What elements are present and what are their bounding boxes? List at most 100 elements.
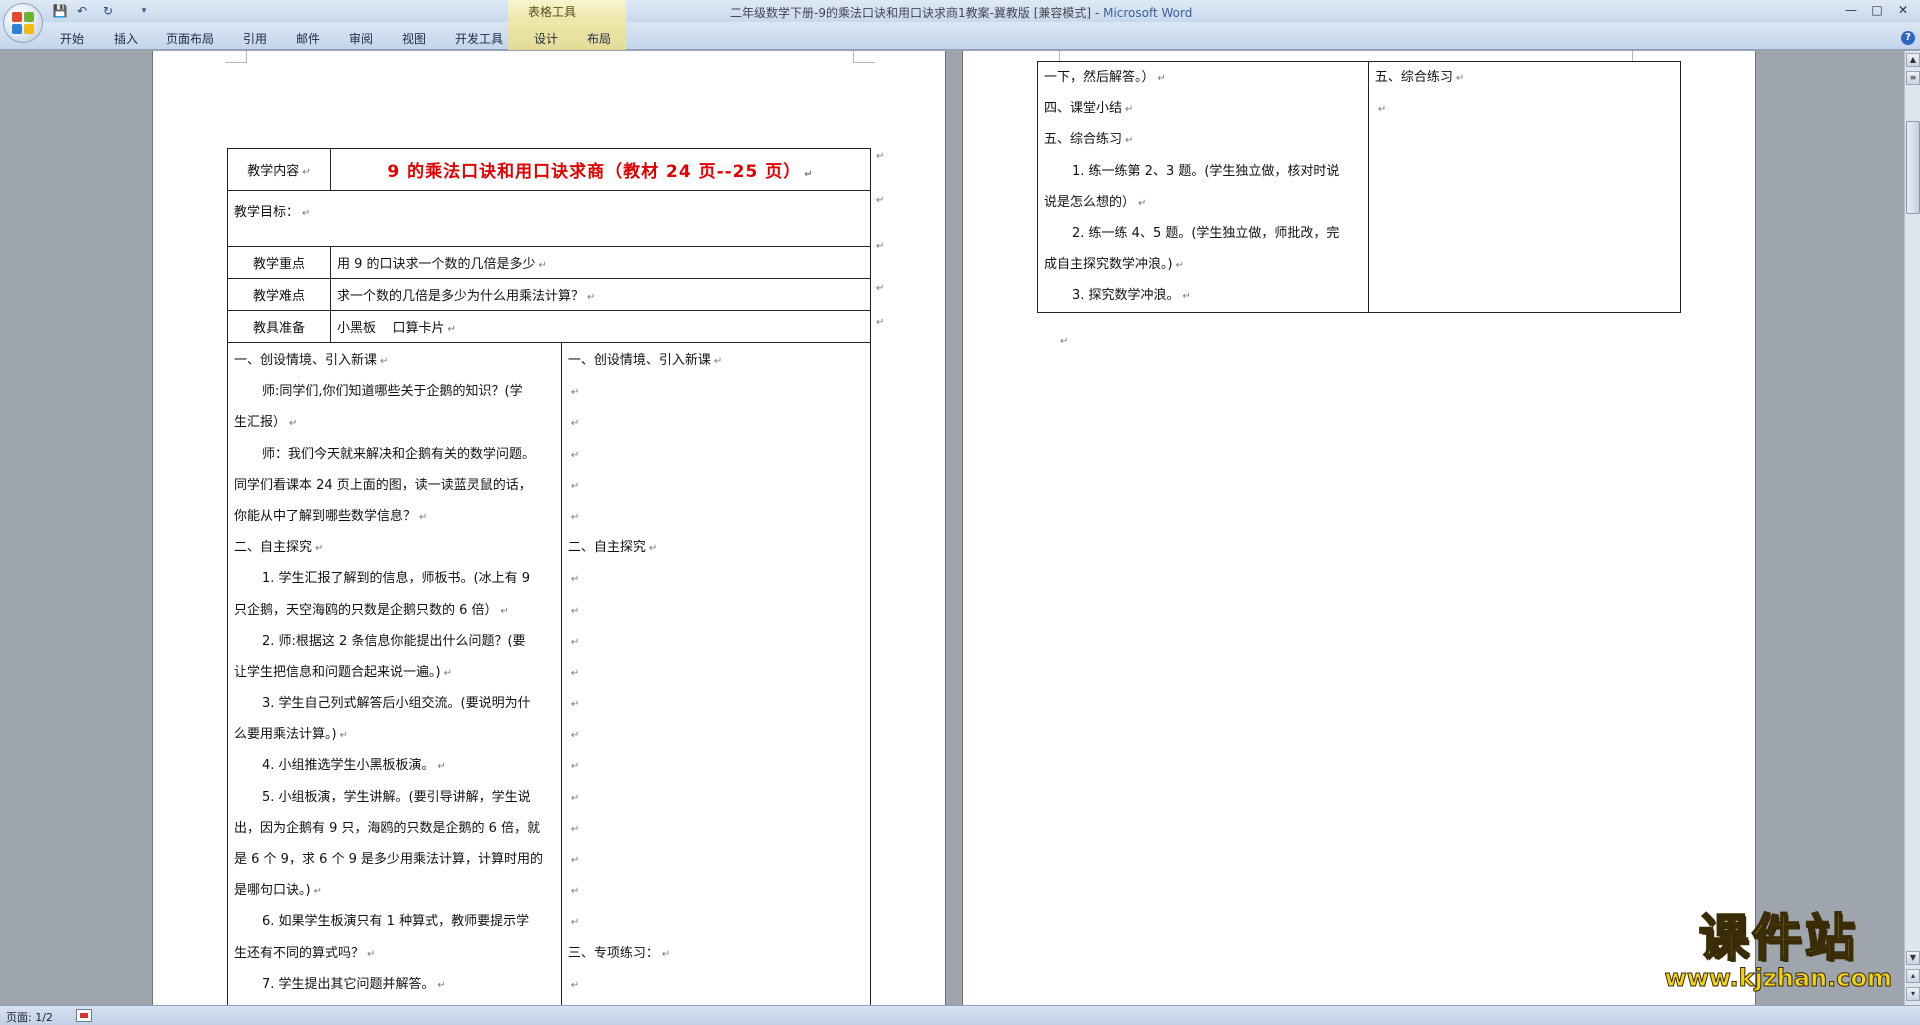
ruler-toggle-icon[interactable]: ≡ [1906, 71, 1920, 85]
activity-line: ↵ [570, 917, 580, 929]
lesson-title[interactable]: 9 的乘法口诀和用口诀求商（教材 24 页--25 页） ↵ [329, 148, 872, 191]
crop-mark [853, 51, 875, 63]
teaching-process-cell[interactable]: 一、创设情境、引入新课 ↵ 师:同学们,你们知道哪些关于企鹅的知识？(学 生汇报）… [227, 342, 562, 1005]
maximize-button[interactable]: □ [1864, 2, 1890, 19]
process-line: 是哪句口诀。) ↵ [234, 883, 322, 899]
process-line: 4. 小组推选学生小黑板板演。 ↵ [262, 758, 446, 774]
minimize-button[interactable]: — [1838, 2, 1864, 19]
page-count[interactable]: 页面: 1/2 [6, 1009, 53, 1025]
tab-review[interactable]: 审阅 [349, 30, 373, 47]
office-button[interactable] [3, 3, 43, 43]
process-line: 一下，然后解答。） ↵ [1044, 70, 1166, 85]
row-end-mark: ↵ [876, 283, 885, 294]
scrollbar-thumb[interactable] [1906, 121, 1920, 214]
materials-value[interactable]: 小黑板 口算卡片 ↵ [329, 310, 872, 343]
save-icon[interactable]: 💾 [52, 3, 68, 19]
watermark-logo: 课件站 www.kjzhan.com [1664, 908, 1892, 992]
table-row: 一、创设情境、引入新课 ↵ 师:同学们,你们知道哪些关于企鹅的知识？(学 生汇报）… [227, 342, 872, 1005]
process-line: 生还有不同的算式吗？ ↵ [234, 945, 376, 961]
status-bar: 页面: 1/2 [0, 1005, 1920, 1025]
process-line: 一、创设情境、引入新课 ↵ [234, 353, 389, 368]
tab-layout[interactable]: 布局 [587, 30, 611, 47]
watermark-text: 课件站 [1698, 908, 1858, 967]
student-activity-cell-continued[interactable]: 五、综合练习 ↵ ↵ [1367, 61, 1682, 313]
key-point-label[interactable]: 教学重点 [227, 246, 331, 279]
row-end-mark: ↵ [876, 241, 885, 252]
activity-line: ↵ [570, 667, 580, 679]
materials-label[interactable]: 教具准备 [227, 310, 331, 343]
process-line: 5. 小组板演，学生讲解。(要引导讲解，学生说 [262, 789, 531, 805]
lesson-plan-table-continued[interactable]: 一下，然后解答。） ↵ 四、课堂小结 ↵ 五、综合练习 ↵ 1. 练一练第 2、3 题… [1037, 61, 1682, 313]
activity-line: ↵ [570, 886, 580, 898]
undo-icon[interactable]: ↶ [74, 3, 90, 19]
difficulty-label[interactable]: 教学难点 [227, 278, 331, 311]
process-line: 四、课堂小结 ↵ [1044, 101, 1134, 117]
activity-line: ↵ [570, 730, 580, 742]
document-page-2[interactable]: 一下，然后解答。） ↵ 四、课堂小结 ↵ 五、综合练习 ↵ 1. 练一练第 2、3 题… [962, 51, 1756, 1005]
process-line: 6. 如果学生板演只有 1 种算式，教师要提示学 [262, 914, 530, 930]
process-line: 3. 探究数学冲浪。 ↵ [1072, 288, 1191, 304]
process-line: 五、综合练习 ↵ [1044, 132, 1134, 148]
teaching-process-cell-continued[interactable]: 一下，然后解答。） ↵ 四、课堂小结 ↵ 五、综合练习 ↵ 1. 练一练第 2、3 题… [1037, 61, 1369, 313]
activity-line: ↵ [1377, 104, 1387, 116]
process-line: 师:同学们,你们知道哪些关于企鹅的知识？(学 [262, 384, 523, 400]
row-end-mark: ↵ [876, 195, 885, 206]
activity-line: ↵ [570, 511, 580, 523]
activity-line: ↵ [570, 761, 580, 773]
tab-view[interactable]: 视图 [402, 30, 426, 47]
activity-line: ↵ [570, 699, 580, 711]
teaching-goal-cell[interactable]: 教学目标： ↵ [227, 190, 871, 247]
process-line: 让学生把信息和问题合起来说一遍。) ↵ [234, 664, 452, 680]
activity-line: ↵ [570, 823, 580, 835]
key-point-value[interactable]: 用 9 的口诀求一个数的几倍是多少 ↵ [329, 246, 872, 279]
close-button[interactable]: ✕ [1890, 2, 1916, 19]
customize-quick-access-icon[interactable]: ▾ [136, 3, 152, 19]
lesson-plan-table[interactable]: 教学内容 ↵ 9 的乘法口诀和用口诀求商（教材 24 页--25 页） ↵ 教学目标… [227, 148, 872, 1005]
tab-page-layout[interactable]: 页面布局 [166, 30, 214, 47]
process-line: 2. 练一练 4、5 题。(学生独立做，师批改，完 [1072, 225, 1340, 241]
watermark-url: www.kjzhan.com [1664, 964, 1892, 992]
vertical-scrollbar[interactable]: ▲ ≡ ▼ ▴ ▾ [1904, 51, 1920, 1005]
activity-line: ↵ [570, 792, 580, 804]
tab-developer[interactable]: 开发工具 [455, 30, 503, 47]
title-bar: 💾 ↶ ↻ ▾ 二年级数学下册-9的乘法口诀和用口诀求商1教案-冀教版 [兼容模… [0, 0, 1920, 22]
process-line: 么要用乘法计算。) ↵ [234, 727, 348, 743]
tab-mailings[interactable]: 邮件 [296, 30, 320, 47]
activity-line: ↵ [570, 480, 580, 492]
activity-line: ↵ [570, 979, 580, 991]
process-line: 成自主探究数学冲浪。) ↵ [1044, 257, 1184, 273]
redo-icon[interactable]: ↻ [100, 3, 116, 19]
process-line: 出，因为企鹅有 9 只，海鸥的只数是企鹅的 6 倍，就 [234, 820, 541, 836]
scroll-up-icon[interactable]: ▲ [1906, 53, 1920, 67]
scroll-down-icon[interactable]: ▼ [1906, 951, 1920, 965]
window-title: 二年级数学下册-9的乘法口诀和用口诀求商1教案-冀教版 [兼容模式] - Mic… [730, 6, 1193, 20]
process-line: 1. 学生汇报了解到的信息，师板书。(冰上有 9 [262, 571, 531, 587]
proofing-icon[interactable] [76, 1009, 92, 1022]
document-page-1[interactable]: 教学内容 ↵ 9 的乘法口诀和用口诀求商（教材 24 页--25 页） ↵ 教学目标… [152, 51, 946, 1005]
process-line: 7. 学生提出其它问题并解答。 ↵ [262, 976, 446, 992]
process-line: 1. 练一练第 2、3 题。(学生独立做，核对时说 [1072, 163, 1340, 179]
office-logo-icon [12, 12, 34, 34]
table-row: 教具准备 小黑板 口算卡片 ↵ [227, 310, 872, 343]
table-row: 教学难点 求一个数的几倍是多少为什么用乘法计算？ ↵ [227, 278, 872, 311]
activity-line: ↵ [570, 636, 580, 648]
help-icon[interactable]: ? [1901, 31, 1915, 45]
process-line: 说是怎么想的） ↵ [1044, 194, 1147, 210]
activity-line: 二、自主探究 ↵ [567, 540, 658, 556]
teaching-content-label[interactable]: 教学内容 ↵ [227, 148, 331, 191]
tab-insert[interactable]: 插入 [114, 30, 138, 47]
difficulty-value[interactable]: 求一个数的几倍是多少为什么用乘法计算？ ↵ [329, 278, 872, 311]
tab-design[interactable]: 设计 [534, 30, 558, 47]
process-line: 3. 学生自己列式解答后小组交流。(要说明为什 [262, 696, 531, 712]
document-workspace[interactable]: 教学内容 ↵ 9 的乘法口诀和用口诀求商（教材 24 页--25 页） ↵ 教学目标… [0, 51, 1904, 1005]
next-page-icon[interactable]: ▾ [1906, 987, 1920, 1001]
activity-line: ↵ [570, 449, 580, 461]
student-activity-cell[interactable]: 一、创设情境、引入新课 ↵ ↵ ↵ ↵ ↵ ↵ 二、自主探究 ↵ ↵ ↵ ↵ ↵ ↵… [560, 342, 872, 1005]
tab-references[interactable]: 引用 [243, 30, 267, 47]
table-row: 教学内容 ↵ 9 的乘法口诀和用口诀求商（教材 24 页--25 页） ↵ [227, 148, 872, 191]
tab-home[interactable]: 开始 [60, 30, 84, 47]
process-line: 你能从中了解到哪些数学信息？ ↵ [234, 508, 428, 524]
ribbon-tab-bar [0, 22, 1920, 50]
previous-page-icon[interactable]: ▴ [1906, 969, 1920, 983]
activity-line: 三、专项练习： ↵ [567, 945, 671, 961]
